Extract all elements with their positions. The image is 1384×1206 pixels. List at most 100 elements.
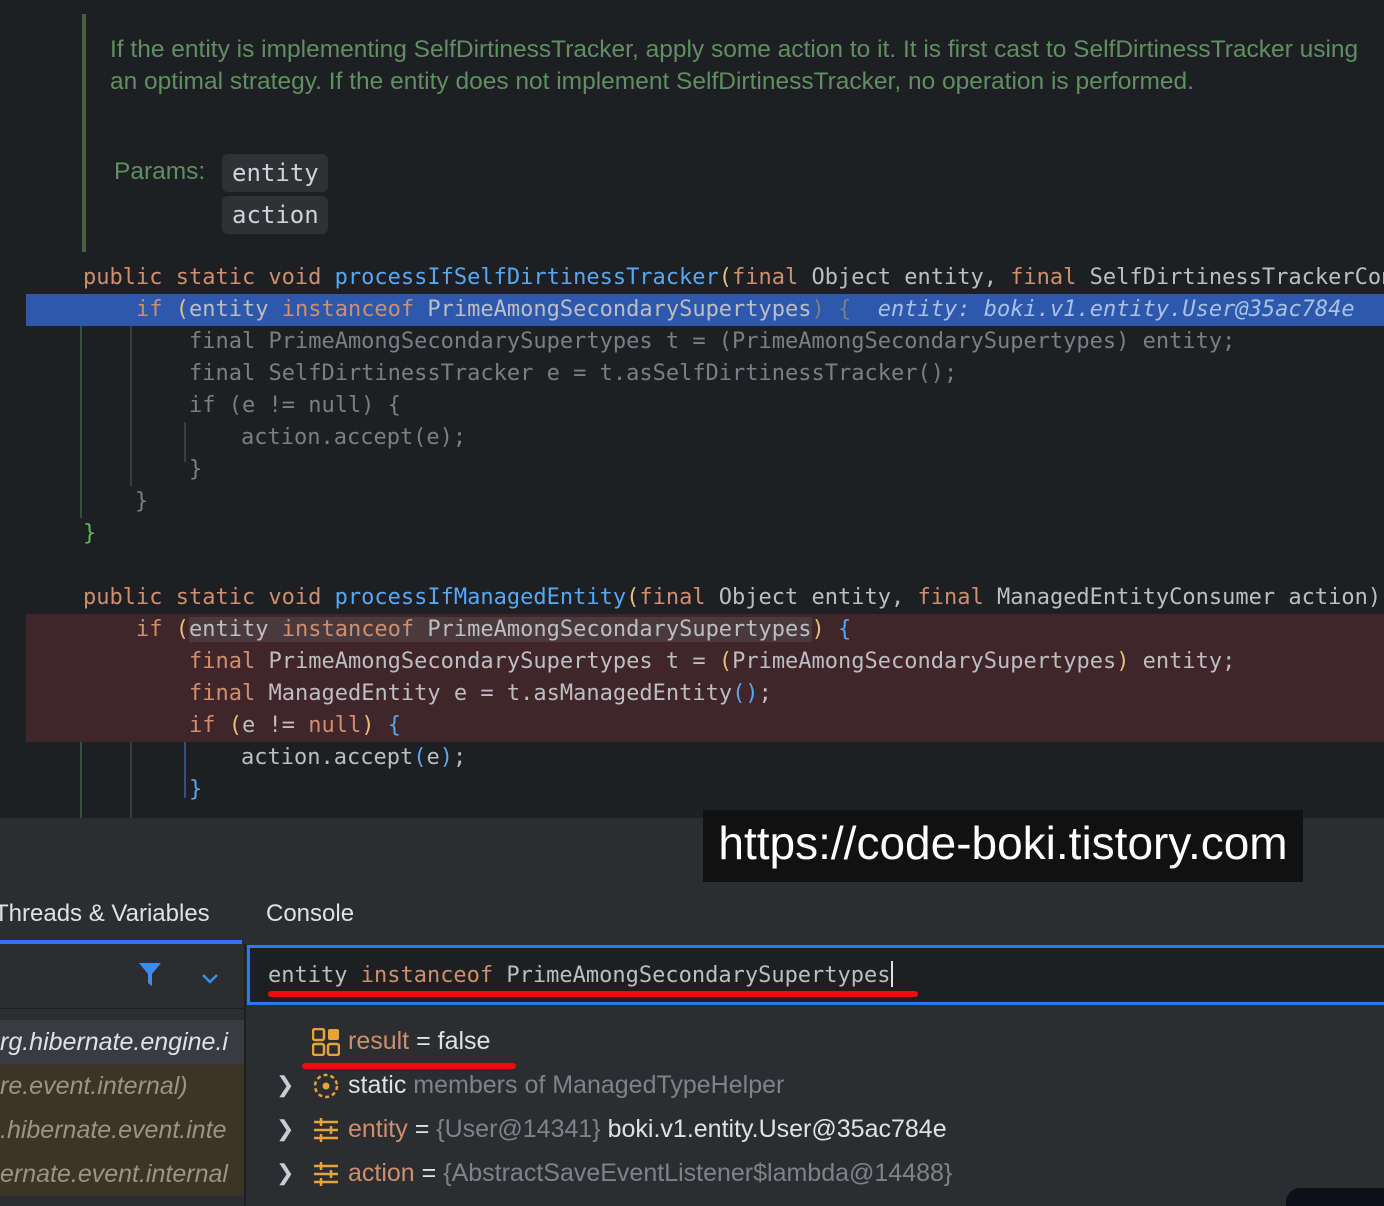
code-token: PrimeAmongSecondarySupertypes: [414, 617, 812, 642]
code-token: instanceof: [281, 297, 415, 322]
code-token: Object entity,: [798, 265, 1011, 290]
code-token: final: [639, 585, 706, 610]
variable-row-action[interactable]: ❯ action = {AbstractSaveEventListener$la…: [250, 1151, 1384, 1195]
code-line[interactable]: action.accept(e);: [0, 742, 1384, 774]
static-members-icon: [313, 1073, 339, 1099]
variable-row-entity[interactable]: ❯ entity = {User@14341} boki.v1.entity.U…: [250, 1107, 1384, 1151]
code-token: if: [189, 713, 216, 738]
code-token: entity;: [1129, 649, 1236, 674]
code-token: (: [175, 297, 189, 322]
code-token: if (e != null) {: [189, 393, 401, 418]
variable-row-static[interactable]: ❯ static members of ManagedTypeHelper: [250, 1063, 1384, 1107]
filter-icon[interactable]: [138, 962, 162, 988]
code-token: (: [718, 265, 733, 290]
code-token: ): [811, 617, 825, 642]
code-token: (: [626, 585, 640, 610]
method-name: processIfSelfDirtinessTracker: [334, 265, 719, 290]
code-token: null: [308, 713, 362, 738]
breakpoint-line[interactable]: final ManagedEntity e = t.asManagedEntit…: [26, 678, 1384, 710]
variable-value: false: [437, 1027, 491, 1055]
variable-eq: =: [407, 1115, 437, 1143]
code-token: ): [361, 713, 375, 738]
code-line[interactable]: action.accept(e);: [0, 422, 1384, 454]
variable-ref: {AbstractSaveEventListener$lambda@14488}: [443, 1159, 953, 1187]
debug-tabs: Threads & Variables Console: [0, 880, 1384, 940]
code-token: final: [189, 649, 256, 674]
breakpoint-line[interactable]: if (entity instanceof PrimeAmongSecondar…: [26, 614, 1384, 646]
code-line[interactable]: final PrimeAmongSecondarySupertypes t = …: [0, 326, 1384, 358]
code-token: (: [718, 649, 733, 674]
code-token: if: [136, 617, 176, 642]
breakpoint-line[interactable]: final PrimeAmongSecondarySupertypes t = …: [26, 646, 1384, 678]
corner-overlay: [1286, 1188, 1384, 1206]
params-label: Params:: [114, 158, 206, 185]
code-token: final: [1010, 265, 1077, 290]
param-chip-entity: entity: [222, 154, 328, 192]
code-token: (: [175, 617, 189, 642]
code-token: {: [824, 617, 852, 642]
code-token: action.accept(e);: [241, 425, 467, 450]
red-underline-annotation: [268, 991, 918, 997]
code-token: (: [215, 713, 242, 738]
code-token: PrimeAmongSecondarySupertypes: [732, 649, 1117, 674]
doc-comment: If the entity is implementing SelfDirtin…: [110, 36, 1359, 95]
text-caret: [890, 961, 893, 987]
code-token: }: [189, 777, 203, 802]
code-token: PrimeAmongSecondarySupertypes t =: [255, 649, 719, 674]
execution-point-line[interactable]: if (entity instanceof PrimeAmongSecondar…: [26, 294, 1384, 326]
method-name: processIfManagedEntity: [334, 585, 627, 610]
field-icon: [314, 1162, 338, 1186]
variable-value: boki.v1.entity.User@35ac784e: [600, 1115, 947, 1143]
code-token: }: [83, 521, 97, 546]
code-line[interactable]: public static void processIfManagedEntit…: [0, 582, 1384, 614]
code-editor[interactable]: If the entity is implementing SelfDirtin…: [0, 0, 1384, 818]
code-token: instanceof: [281, 617, 415, 642]
code-token: entity: [189, 297, 282, 322]
result-icon: [312, 1028, 340, 1056]
code-token: ;: [452, 745, 467, 770]
code-token: final: [732, 265, 799, 290]
variable-eq: =: [409, 1027, 438, 1055]
frame-item[interactable]: ernate.event.internal: [0, 1152, 244, 1196]
code-token: Object entity,: [705, 585, 918, 610]
code-token: SelfDirtinessTrackerCon: [1076, 265, 1384, 290]
expand-arrow-icon[interactable]: ❯: [276, 1063, 294, 1107]
code-token: public static void: [83, 585, 335, 610]
doc-comment-bar: [82, 14, 86, 252]
code-line[interactable]: if (e != null) {: [0, 390, 1384, 422]
code-token: ): [1116, 649, 1130, 674]
code-token: ManagedEntity e = t.asManagedEntity: [255, 681, 733, 706]
inline-debug-value[interactable]: entity: boki.v1.entity.User@35ac784e: [878, 297, 1355, 322]
variable-row-result[interactable]: result = false: [250, 1019, 1384, 1063]
code-line[interactable]: }: [0, 454, 1384, 486]
code-token: public static void: [83, 265, 335, 290]
variable-name: entity: [348, 1115, 408, 1143]
code-token: PrimeAmongSecondarySupertypes: [414, 297, 812, 322]
variable-name: static: [348, 1071, 407, 1099]
code-token: ): [439, 745, 453, 770]
frame-item[interactable]: .hibernate.event.inte: [0, 1108, 244, 1152]
code-token: if: [136, 297, 176, 322]
code-line[interactable]: }: [0, 518, 1384, 550]
expr-token: instanceof: [360, 963, 494, 988]
frame-item[interactable]: re.event.internal): [0, 1064, 244, 1108]
code-line[interactable]: }: [0, 486, 1384, 518]
variable-name: result: [348, 1027, 410, 1055]
expand-arrow-icon[interactable]: ❯: [276, 1107, 294, 1151]
variable-name: action: [348, 1159, 415, 1187]
code-line[interactable]: final SelfDirtinessTracker e = t.asSelfD…: [0, 358, 1384, 390]
frame-item[interactable]: rg.hibernate.engine.i: [0, 1020, 244, 1064]
chevron-down-icon[interactable]: [200, 972, 220, 986]
code-token: ;: [758, 681, 772, 706]
tab-console[interactable]: Console: [266, 880, 354, 940]
pane-splitter[interactable]: [244, 944, 246, 1206]
expression-text[interactable]: entity instanceof PrimeAmongSecondarySup…: [268, 960, 893, 992]
breakpoint-line[interactable]: if (e != null) {: [26, 710, 1384, 742]
code-token: final: [917, 585, 984, 610]
tab-threads-variables[interactable]: Threads & Variables: [0, 880, 210, 940]
code-token: e: [426, 745, 440, 770]
field-icon: [314, 1118, 338, 1142]
code-line[interactable]: }: [0, 774, 1384, 806]
expand-arrow-icon[interactable]: ❯: [276, 1151, 294, 1195]
code-line[interactable]: public static void processIfSelfDirtines…: [0, 262, 1384, 294]
